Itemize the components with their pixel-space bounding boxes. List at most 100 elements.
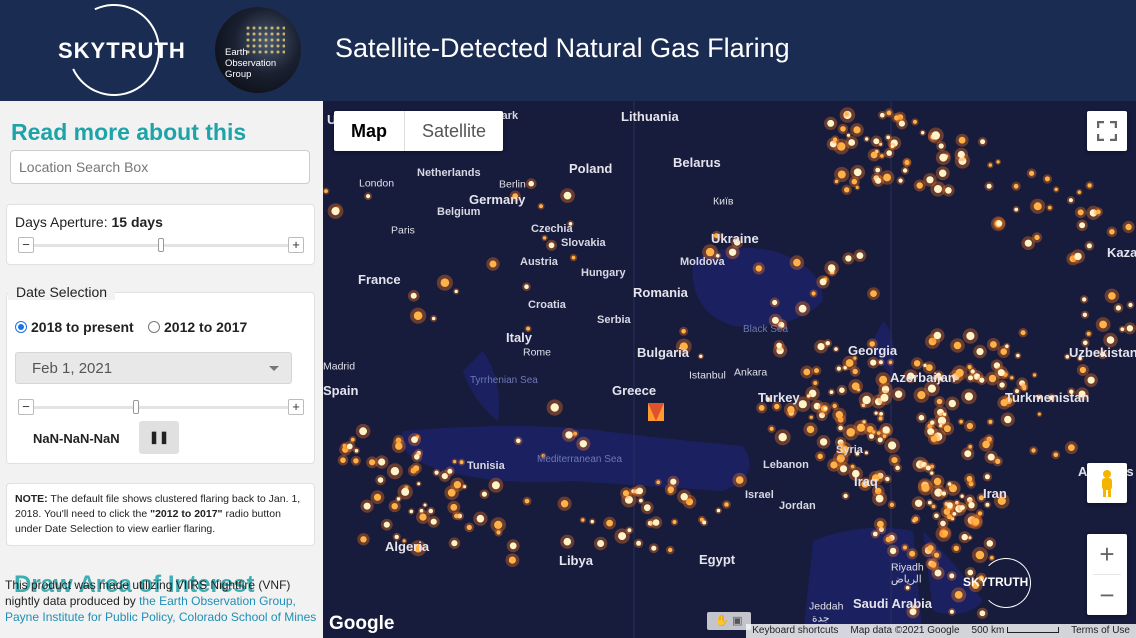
flare-point[interactable]	[728, 248, 737, 256]
flare-point[interactable]	[1044, 176, 1050, 182]
flare-point[interactable]	[636, 487, 644, 495]
flare-point[interactable]	[699, 354, 703, 358]
flare-point[interactable]	[410, 292, 417, 299]
flare-point[interactable]	[844, 112, 849, 116]
flare-point[interactable]	[853, 126, 861, 134]
flare-point[interactable]	[895, 465, 900, 471]
flare-point[interactable]	[597, 540, 605, 547]
flare-point[interactable]	[414, 454, 420, 460]
flare-point[interactable]	[724, 502, 729, 507]
flare-point[interactable]	[652, 519, 660, 526]
flare-point[interactable]	[606, 519, 613, 527]
flare-point[interactable]	[778, 433, 787, 442]
flare-point[interactable]	[840, 126, 846, 132]
flare-point[interactable]	[1016, 353, 1020, 358]
flare-point[interactable]	[390, 467, 400, 476]
flare-point[interactable]	[968, 502, 975, 509]
flare-point[interactable]	[923, 363, 927, 367]
flare-point[interactable]	[787, 405, 795, 414]
flare-point[interactable]	[886, 110, 892, 116]
aperture-slider-thumb[interactable]	[158, 238, 164, 252]
flare-point[interactable]	[914, 499, 923, 507]
flare-point[interactable]	[680, 493, 688, 501]
flare-point[interactable]	[716, 508, 721, 513]
flare-point[interactable]	[880, 112, 885, 118]
flare-point[interactable]	[542, 236, 547, 240]
flare-point[interactable]	[428, 508, 434, 514]
flare-point[interactable]	[942, 412, 947, 416]
flare-point[interactable]	[1079, 222, 1086, 229]
flare-point[interactable]	[413, 465, 420, 472]
flare-point[interactable]	[1087, 183, 1092, 188]
flare-point[interactable]	[934, 569, 942, 577]
flare-point[interactable]	[1034, 234, 1040, 241]
flare-point[interactable]	[948, 399, 956, 408]
flare-point[interactable]	[806, 425, 815, 434]
flare-point[interactable]	[844, 187, 850, 193]
flare-point[interactable]	[324, 189, 328, 193]
flare-point[interactable]	[862, 395, 871, 405]
flare-point[interactable]	[735, 476, 744, 484]
flare-point[interactable]	[809, 415, 813, 419]
flare-point[interactable]	[997, 369, 1005, 377]
flare-point[interactable]	[909, 550, 916, 557]
flare-point[interactable]	[1115, 305, 1121, 311]
flare-point[interactable]	[814, 368, 819, 374]
flare-point[interactable]	[959, 505, 965, 511]
radio-2018-option[interactable]: 2018 to present	[15, 319, 134, 335]
flare-point[interactable]	[618, 532, 627, 541]
flare-point[interactable]	[1024, 239, 1032, 247]
flare-point[interactable]	[453, 460, 457, 464]
flare-point[interactable]	[934, 552, 940, 558]
flare-point[interactable]	[798, 304, 807, 313]
flare-point[interactable]	[979, 610, 986, 617]
flare-point[interactable]	[845, 255, 852, 262]
flare-point[interactable]	[878, 416, 883, 421]
flare-point[interactable]	[883, 173, 891, 182]
flare-point[interactable]	[1005, 344, 1009, 348]
flare-point[interactable]	[939, 153, 948, 162]
flare-point[interactable]	[930, 561, 937, 568]
flare-point[interactable]	[902, 168, 908, 173]
flare-point[interactable]	[931, 504, 936, 509]
flare-point[interactable]	[366, 194, 371, 199]
flare-point[interactable]	[916, 182, 923, 189]
flare-point[interactable]	[927, 384, 937, 393]
flare-point[interactable]	[639, 498, 643, 503]
flare-point[interactable]	[524, 284, 529, 289]
flare-point[interactable]	[984, 474, 990, 480]
aperture-decrement-button[interactable]: −	[18, 237, 34, 253]
flare-point[interactable]	[1033, 202, 1042, 211]
map-gesture-control[interactable]: ✋ ▣	[707, 612, 751, 630]
flare-point[interactable]	[447, 468, 453, 474]
flare-point[interactable]	[409, 509, 414, 514]
flare-point[interactable]	[1077, 209, 1084, 216]
flare-point[interactable]	[875, 494, 884, 503]
flare-point[interactable]	[955, 368, 964, 377]
flare-point[interactable]	[877, 520, 884, 528]
flare-point[interactable]	[873, 138, 880, 145]
flare-point[interactable]	[996, 160, 1000, 164]
flare-point[interactable]	[827, 264, 836, 272]
flare-point[interactable]	[833, 137, 838, 142]
flare-point[interactable]	[848, 139, 856, 146]
flare-point[interactable]	[817, 343, 825, 351]
flare-point[interactable]	[829, 390, 834, 394]
flare-point[interactable]	[913, 516, 919, 522]
flare-point[interactable]	[423, 503, 427, 507]
flare-point[interactable]	[369, 459, 376, 466]
flare-point[interactable]	[340, 457, 346, 464]
flare-point[interactable]	[870, 151, 878, 159]
flare-point[interactable]	[524, 498, 530, 504]
flare-point[interactable]	[396, 497, 401, 501]
flare-point[interactable]	[921, 483, 930, 492]
read-more-link[interactable]: Read more about this	[11, 119, 246, 146]
flare-point[interactable]	[961, 533, 968, 541]
flare-point[interactable]	[851, 178, 858, 185]
flare-point[interactable]	[411, 436, 418, 443]
flare-point[interactable]	[846, 133, 851, 137]
flare-point[interactable]	[643, 504, 651, 512]
flare-point[interactable]	[876, 431, 881, 435]
flare-point[interactable]	[934, 513, 939, 519]
flare-point[interactable]	[836, 366, 842, 371]
